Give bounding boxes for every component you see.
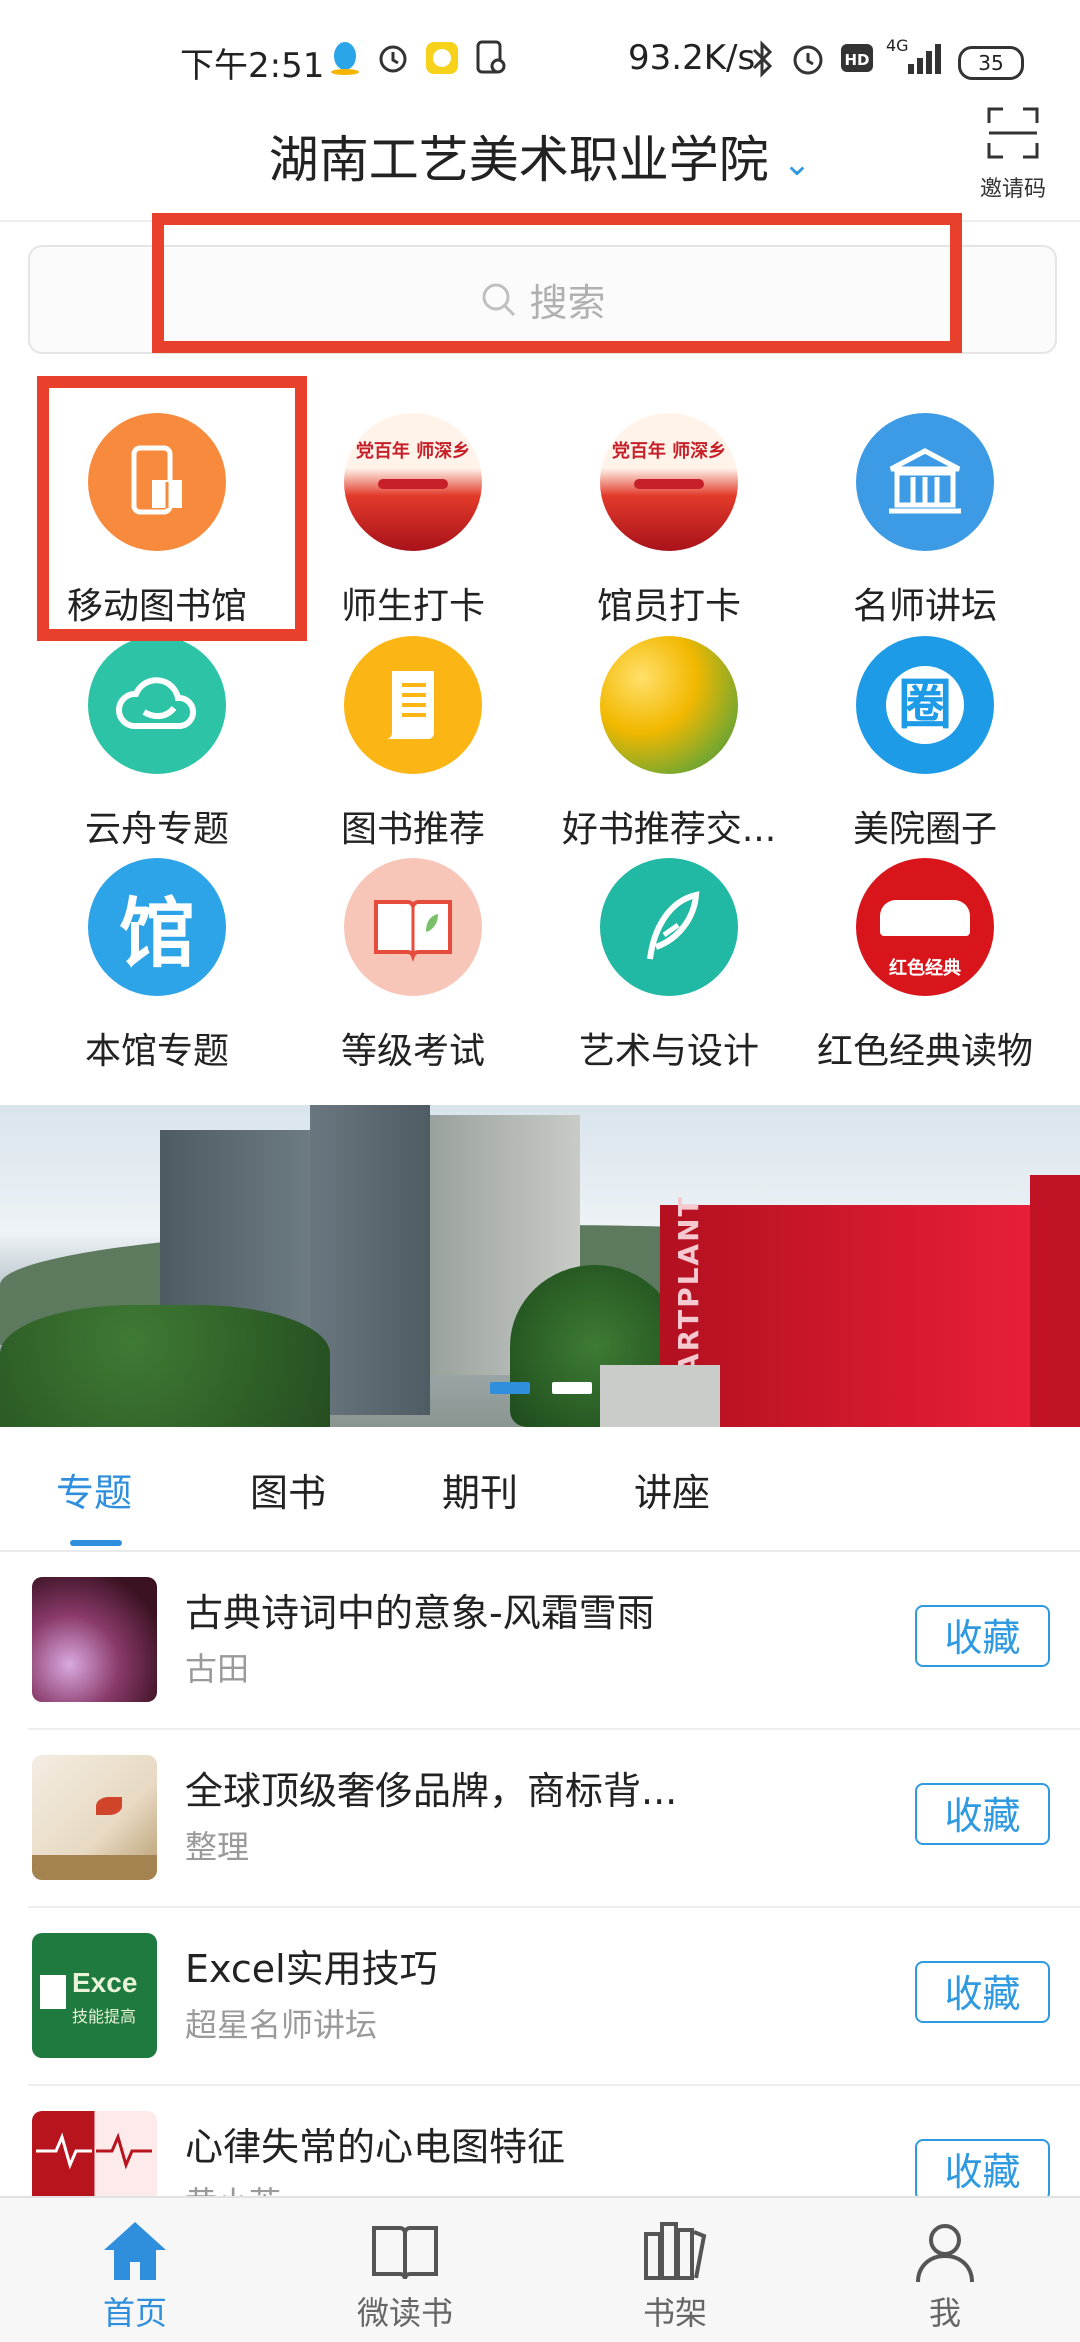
tab-active-indicator	[70, 1540, 122, 1546]
list-item[interactable]: Exce 技能提高 Excel实用技巧 超星名师讲坛 收藏	[0, 1908, 1080, 2086]
list-thumbnail: Exce 技能提高	[32, 1933, 157, 2058]
grid-item-book-recommend[interactable]: 图书推荐	[288, 636, 538, 852]
list-item-title: 古典诗词中的意象-风霜雪雨	[185, 1591, 655, 1635]
grid-label: 馆员打卡	[596, 586, 741, 627]
status-time: 下午2:51	[180, 46, 325, 86]
page-title[interactable]: 湖南工艺美术职业学院 ⌄	[0, 120, 1080, 192]
book-icon	[372, 2226, 438, 2280]
circle-logo-icon: 圈	[856, 636, 994, 774]
carousel-dot-active[interactable]	[490, 1382, 530, 1394]
svg-text:HD: HD	[844, 51, 869, 69]
status-bar: 下午2:51 93.2K/s HD 4G 35	[0, 0, 1080, 100]
favorite-button[interactable]: 收藏	[915, 1783, 1050, 1845]
tulip-photo-icon	[600, 636, 738, 774]
red-classic-icon: 红色经典	[856, 858, 994, 996]
grid-label: 名师讲坛	[852, 586, 997, 627]
signal-icon	[908, 44, 941, 74]
checkin-poster-icon: 党百年 师深乡	[344, 413, 482, 551]
grid-label: 师生打卡	[340, 586, 485, 627]
bluetooth-icon	[752, 40, 773, 78]
hd-icon: HD	[841, 44, 873, 72]
grid-item-art-design[interactable]: 艺术与设计	[544, 858, 794, 1074]
invite-code-label: 邀请码	[979, 177, 1046, 202]
grid-highlight-box	[37, 376, 307, 641]
bookshelf-icon	[644, 2222, 707, 2280]
nav-label: 首页	[102, 2294, 167, 2332]
list-thumbnail	[32, 1577, 157, 1702]
grid-label: 本馆专题	[84, 1031, 229, 1072]
qq-icon	[331, 42, 359, 75]
list-item[interactable]: 全球顶级奢侈品牌，商标背... 整理 收藏	[0, 1730, 1080, 1908]
battery-indicator: 35	[958, 46, 1024, 80]
list-item-author: 超星名师讲坛	[185, 2006, 378, 2044]
nav-bookshelf[interactable]: 书架	[540, 2198, 810, 2342]
grid-item-yunzhou-topic[interactable]: 云舟专题	[32, 636, 282, 852]
list-item-author: 古田	[185, 1650, 250, 1688]
search-highlight-box	[152, 213, 962, 353]
nav-label: 微读书	[356, 2294, 453, 2332]
grid-item-level-exam[interactable]: 等级考试	[288, 858, 538, 1074]
list-item-title: 全球顶级奢侈品牌，商标背...	[185, 1769, 678, 1813]
checkin-poster-icon: 党百年 师深乡	[600, 413, 738, 551]
alarm-icon	[379, 45, 407, 73]
tab-books[interactable]: 图书	[250, 1462, 326, 1517]
usage-icon	[476, 40, 506, 74]
chevron-down-icon: ⌄	[782, 143, 812, 184]
feather-icon	[600, 858, 738, 996]
alarm-clock-icon	[793, 45, 823, 75]
grid-label: 红色经典读物	[816, 1031, 1033, 1072]
building-icon	[856, 413, 994, 551]
grid-item-good-book-exchange[interactable]: 好书推荐交...	[544, 636, 794, 852]
school-name: 湖南工艺美术职业学院	[268, 131, 769, 189]
grid-item-teacher-checkin[interactable]: 党百年 师深乡 师生打卡	[288, 413, 538, 629]
favorite-button[interactable]: 收藏	[915, 1961, 1050, 2023]
grid-label: 艺术与设计	[578, 1031, 759, 1072]
banner-path	[600, 1365, 720, 1427]
cloud-icon	[88, 636, 226, 774]
app-notification-icon	[426, 42, 458, 74]
grid-label: 图书推荐	[340, 809, 485, 850]
bottom-navigation: 首页 微读书 书架 我	[0, 2196, 1080, 2342]
invite-code-button[interactable]: 邀请码	[968, 105, 1058, 203]
banner-carousel[interactable]: ARTPLANT	[0, 1105, 1080, 1427]
grid-item-library-topic[interactable]: 馆 本馆专题	[32, 858, 282, 1074]
grid-label: 等级考试	[340, 1031, 485, 1072]
list-item-title: Excel实用技巧	[185, 1947, 438, 1991]
list-item-title: 心律失常的心电图特征	[185, 2125, 566, 2169]
open-book-icon	[344, 858, 482, 996]
network-speed: 93.2K/s	[628, 38, 756, 78]
grid-item-art-circle[interactable]: 圈 美院圈子	[800, 636, 1050, 852]
carousel-dot[interactable]	[552, 1382, 592, 1394]
banner-red-tower	[1030, 1175, 1080, 1427]
grid-label: 美院圈子	[852, 809, 997, 850]
favorite-button[interactable]: 收藏	[915, 2139, 1050, 2201]
list-item[interactable]: 古典诗词中的意象-风霜雪雨 古田 收藏	[0, 1552, 1080, 1730]
list-thumbnail	[32, 1755, 157, 1880]
profile-icon	[916, 2224, 974, 2283]
grid-label: 好书推荐交...	[561, 809, 777, 850]
nav-home[interactable]: 首页	[0, 2198, 270, 2342]
home-icon	[104, 2222, 166, 2280]
nav-label: 我	[928, 2294, 961, 2332]
grid-item-librarian-checkin[interactable]: 党百年 师深乡 馆员打卡	[544, 413, 794, 629]
guan-char-icon: 馆	[88, 858, 226, 996]
tab-topics[interactable]: 专题	[56, 1462, 132, 1517]
nav-profile[interactable]: 我	[810, 2198, 1080, 2342]
grid-item-red-classics[interactable]: 红色经典 红色经典读物	[800, 858, 1050, 1074]
list-item-author: 整理	[185, 1828, 250, 1866]
nav-micro-reading[interactable]: 微读书	[270, 2198, 540, 2342]
document-icon	[344, 636, 482, 774]
favorite-button[interactable]: 收藏	[915, 1605, 1050, 1667]
grid-item-famous-lectures[interactable]: 名师讲坛	[800, 413, 1050, 629]
banner-trees-left	[0, 1305, 330, 1427]
tab-lectures[interactable]: 讲座	[634, 1462, 710, 1517]
nav-label: 书架	[642, 2294, 707, 2332]
tab-periodicals[interactable]: 期刊	[442, 1462, 518, 1517]
grid-label: 云舟专题	[84, 809, 229, 850]
scan-icon	[987, 107, 1039, 159]
